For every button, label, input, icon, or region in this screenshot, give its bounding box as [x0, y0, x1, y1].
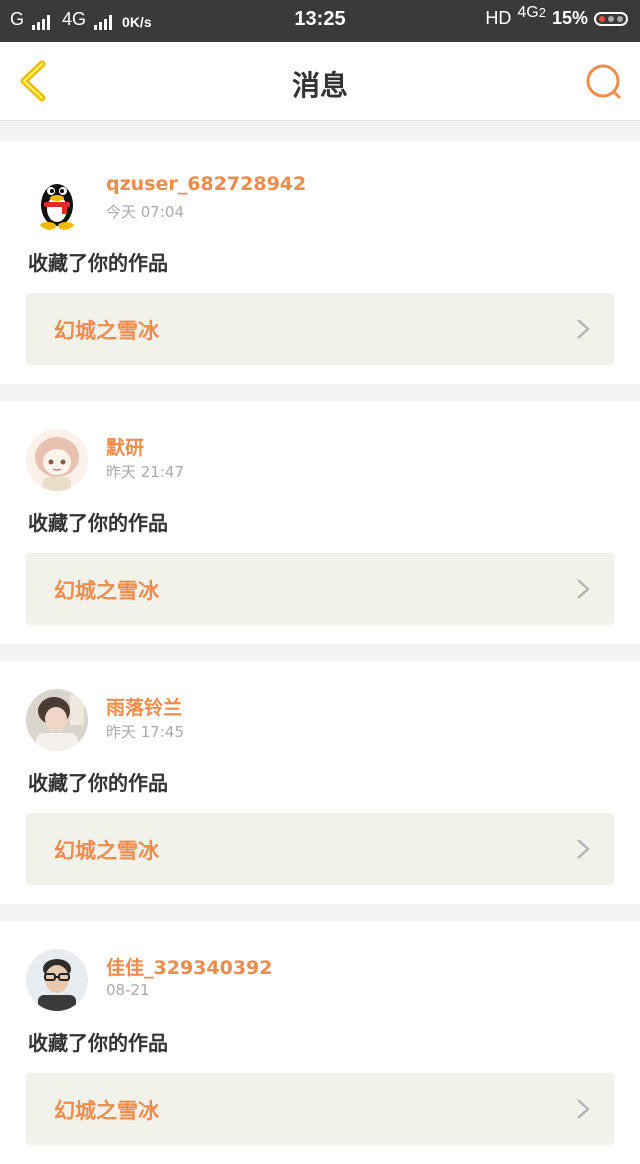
network2-text: 4G — [517, 3, 539, 21]
work-title: 幻城之雪冰 — [54, 319, 159, 343]
status-bar: G 4G 0K/s 13:25 HD 4G2 15% — [0, 0, 640, 42]
chevron-right-icon — [577, 319, 590, 339]
timestamp: 昨天 21:47 — [106, 463, 184, 481]
work-title: 幻城之雪冰 — [54, 1099, 159, 1123]
anime-girl-avatar — [26, 429, 88, 491]
work-link[interactable]: 幻城之雪冰 — [26, 293, 614, 365]
search-icon — [586, 64, 621, 99]
chevron-right-icon — [577, 1099, 590, 1119]
username[interactable]: 佳佳_329340392 — [106, 953, 272, 980]
message-card: 雨落铃兰 昨天 17:45 收藏了你的作品 幻城之雪冰 — [0, 661, 640, 904]
username[interactable]: qzuser_682728942 — [106, 173, 306, 195]
action-text: 收藏了你的作品 — [28, 1031, 168, 1055]
message-card: 佳佳_329340392 08-21 收藏了你的作品 幻城之雪冰 — [0, 921, 640, 1164]
work-link[interactable]: 幻城之雪冰 — [26, 813, 614, 885]
page-title: 消息 — [291, 69, 348, 102]
man-glasses-avatar — [26, 949, 88, 1011]
action-text: 收藏了你的作品 — [28, 251, 168, 275]
search-button[interactable] — [584, 62, 624, 102]
username[interactable]: 雨落铃兰 — [106, 693, 182, 720]
work-title: 幻城之雪冰 — [54, 579, 159, 603]
action-text: 收藏了你的作品 — [28, 771, 168, 795]
battery-percent: 15% — [551, 8, 588, 28]
chevron-right-icon — [577, 579, 590, 599]
girl-photo-avatar — [26, 689, 88, 751]
avatar[interactable] — [26, 689, 88, 751]
avatar[interactable] — [26, 949, 88, 1011]
hd-label: HD — [485, 8, 512, 28]
username[interactable]: 默研 — [106, 433, 144, 460]
timestamp: 今天 07:04 — [106, 203, 184, 221]
message-card: 默研 昨天 21:47 收藏了你的作品 幻城之雪冰 — [0, 401, 640, 644]
timestamp: 昨天 17:45 — [106, 723, 184, 741]
action-text: 收藏了你的作品 — [28, 511, 168, 535]
timestamp: 08-21 — [106, 981, 150, 999]
work-title: 幻城之雪冰 — [54, 839, 159, 863]
work-link[interactable]: 幻城之雪冰 — [26, 1073, 614, 1145]
nav-bar: 消息 — [0, 42, 640, 121]
avatar[interactable] — [26, 169, 88, 231]
chevron-right-icon — [577, 839, 590, 859]
battery-icon — [594, 11, 628, 26]
status-right: HD 4G2 15% — [485, 4, 628, 29]
qq-penguin-avatar — [26, 169, 88, 231]
work-link[interactable]: 幻城之雪冰 — [26, 553, 614, 625]
avatar[interactable] — [26, 429, 88, 491]
message-card: qzuser_682728942 今天 07:04 收藏了你的作品 幻城之雪冰 — [0, 141, 640, 384]
network2-sub: 2 — [538, 4, 546, 20]
network2-label: 4G2 — [517, 4, 546, 22]
